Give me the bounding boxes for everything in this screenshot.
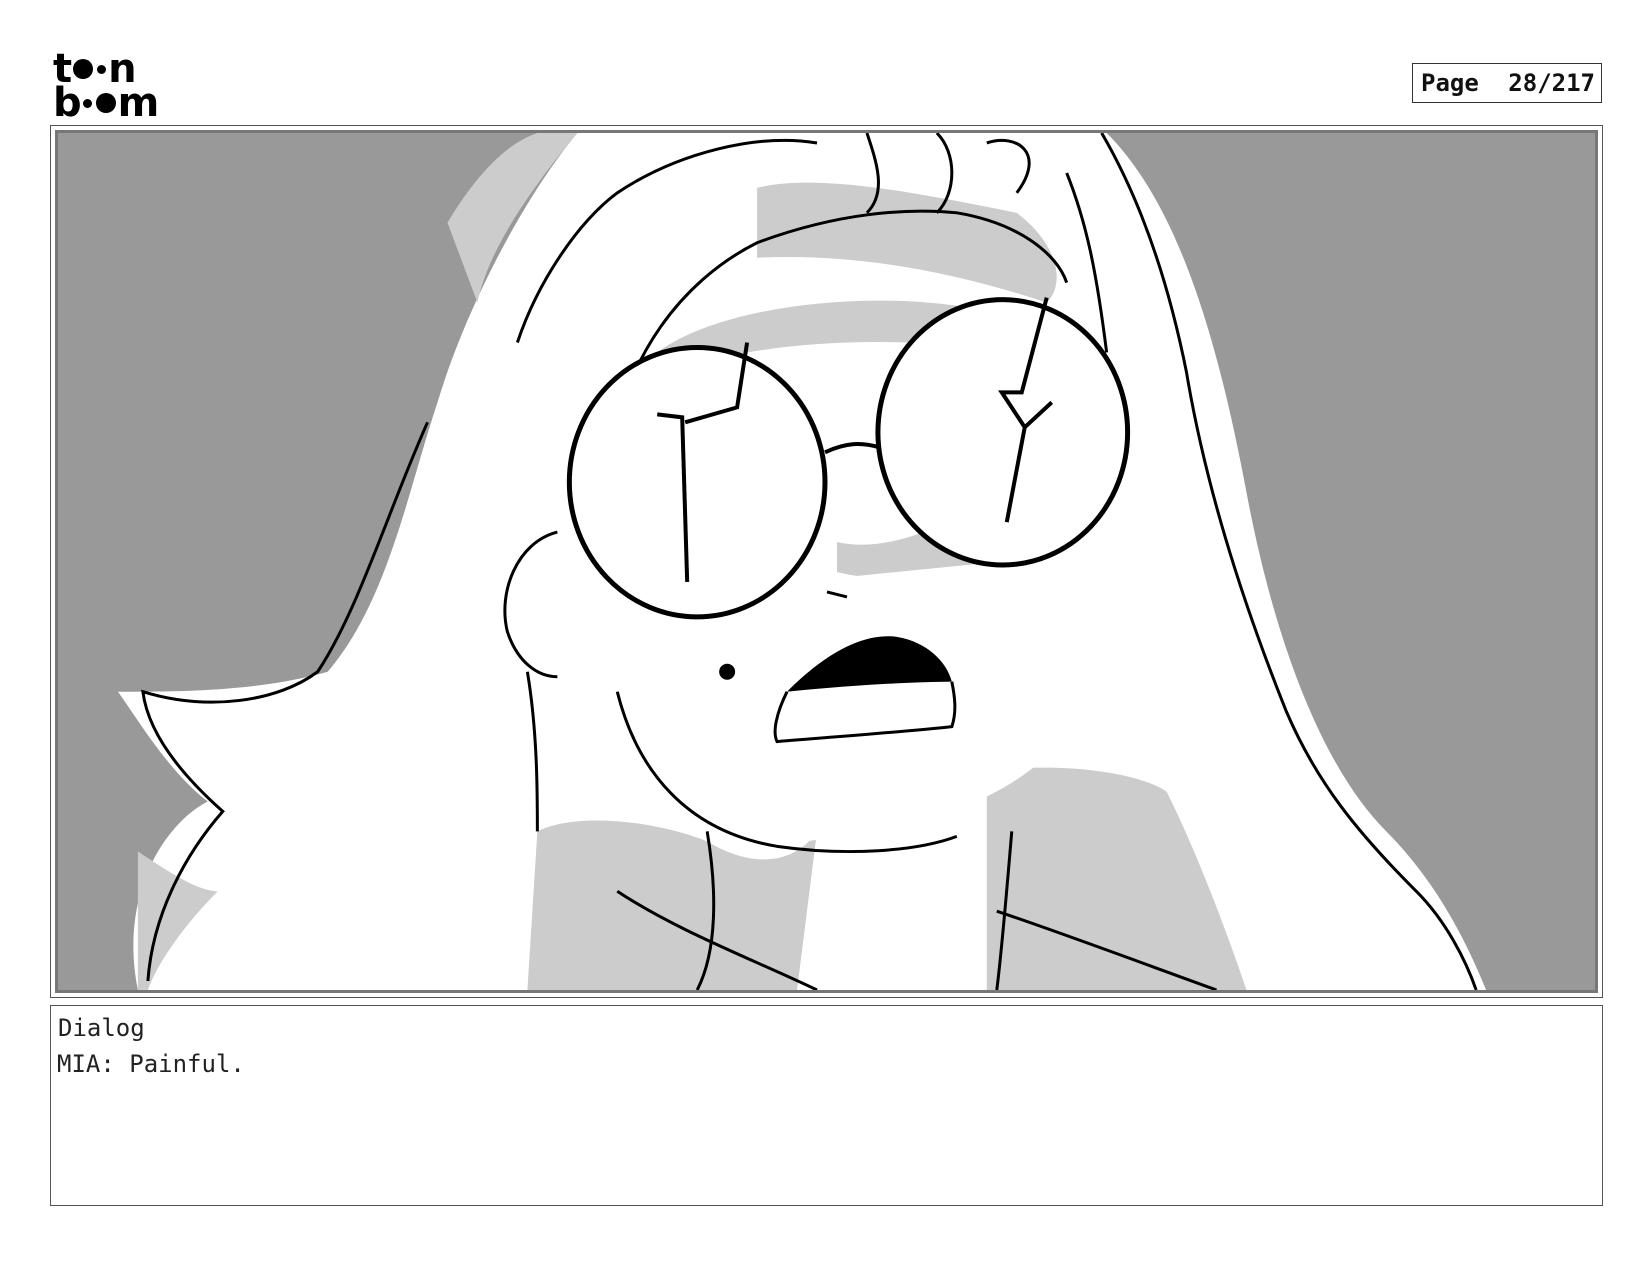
- dialog-box: Dialog MIA: Painful.: [50, 1005, 1603, 1206]
- logo-dot-icon: [97, 64, 107, 74]
- logo-dot-icon: [82, 98, 92, 108]
- page-label: Page: [1421, 69, 1479, 97]
- toon-boom-logo: t n b m: [53, 49, 173, 126]
- panel-image: [55, 130, 1598, 993]
- dialog-text: MIA: Painful.: [57, 1050, 245, 1078]
- page-counter: Page 28/217: [1412, 63, 1602, 103]
- storyboard-panel: [50, 125, 1603, 998]
- logo-letter: b: [53, 80, 82, 126]
- logo-dot-icon: [73, 59, 94, 79]
- sketch-illustration: [117, 133, 1487, 990]
- dialog-label: Dialog: [58, 1014, 145, 1042]
- logo-dot-icon: [95, 93, 116, 113]
- logo-letter: m: [117, 80, 160, 126]
- page-number: 28/217: [1508, 69, 1595, 97]
